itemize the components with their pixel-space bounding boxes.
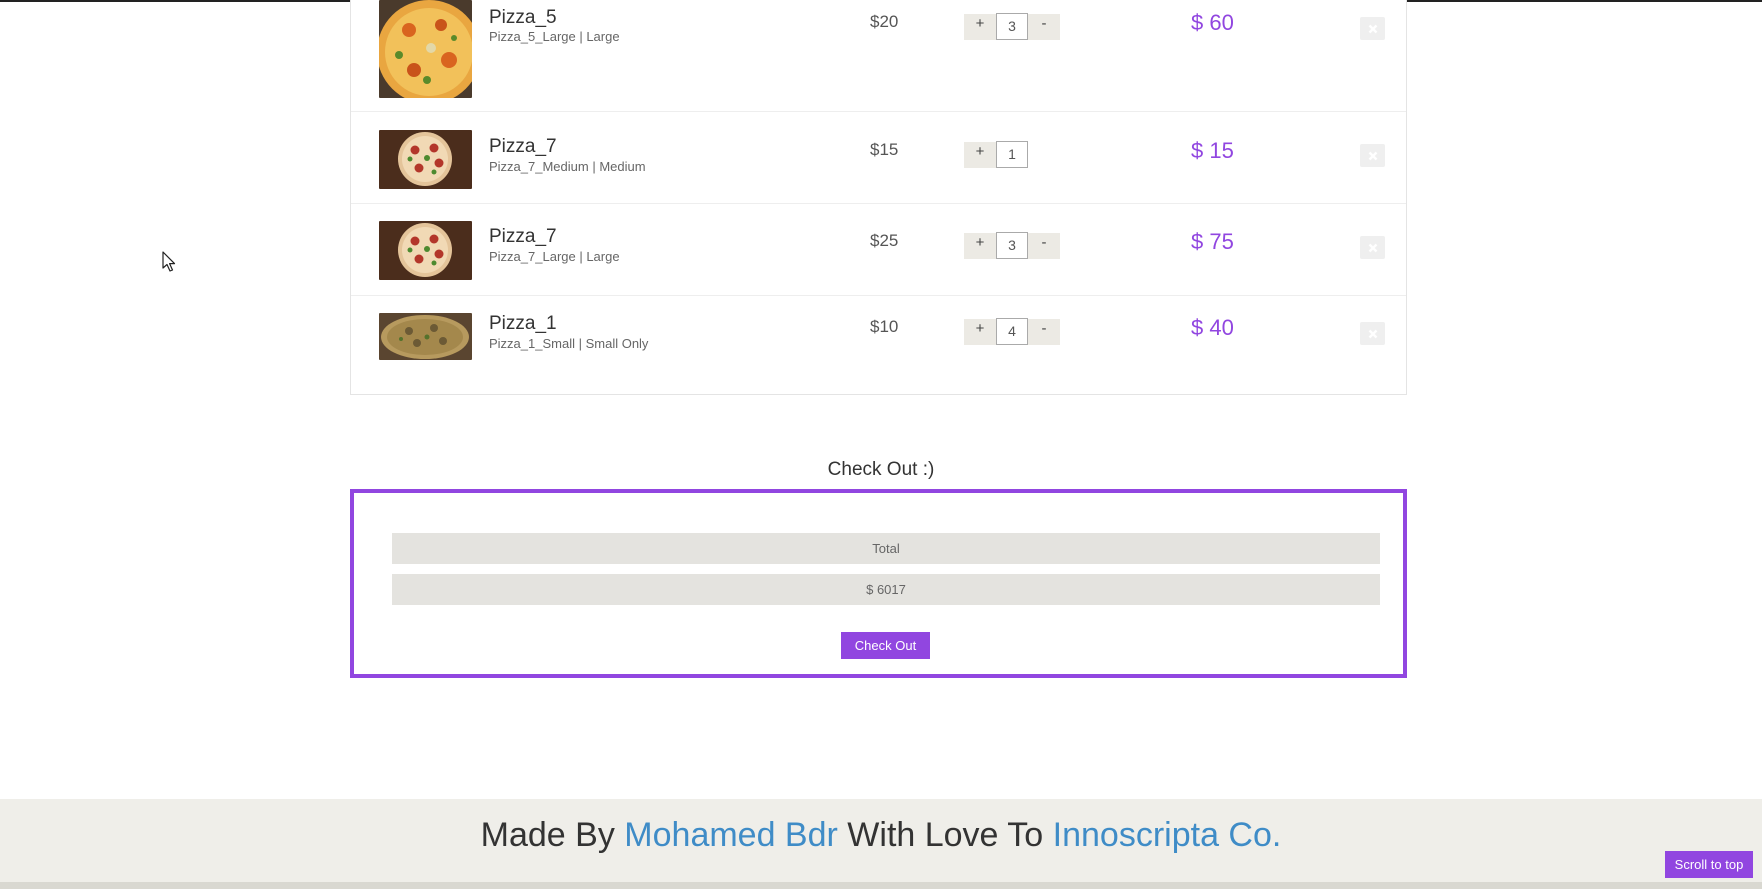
quantity-stepper: + 1 [964,141,1028,168]
cart-item: Pizza_1 Pizza_1_Small | Small Only $10 +… [351,296,1406,393]
item-description: Pizza_1_Small | Small Only [489,336,649,351]
item-subtotal: $ 15 [1191,138,1234,163]
quantity-field[interactable]: 1 [996,141,1028,168]
checkout-button[interactable]: Check Out [841,632,930,659]
close-icon [1368,243,1377,252]
item-name: Pizza_7 [489,226,557,247]
item-description: Pizza_7_Large | Large [489,249,620,264]
footer-made-by: Made By [480,816,615,854]
item-price: $20 [870,12,899,31]
item-price: $25 [870,231,899,250]
company-link[interactable]: Innoscripta Co. [1053,816,1282,854]
item-price: $15 [870,140,899,159]
pizza-image [379,221,472,280]
quantity-field[interactable]: 3 [996,232,1028,259]
item-subtotal: $ 40 [1191,315,1234,340]
close-icon [1368,24,1377,33]
footer: Made By Mohamed Bdr With Love To Innoscr… [0,799,1762,882]
increase-quantity-button[interactable]: + [964,141,996,168]
scroll-to-top-button[interactable]: Scroll to top [1665,851,1753,878]
quantity-field[interactable]: 3 [996,13,1028,40]
decrease-quantity-button[interactable]: - [1028,318,1060,345]
page: Pizza_5 Pizza_5_Large | Large $20 + 3 - … [0,0,1762,889]
pizza-image-graphic [379,313,472,360]
quantity-field[interactable]: 4 [996,318,1028,345]
remove-item-button[interactable] [1360,17,1385,40]
item-name: Pizza_1 [489,313,557,334]
pizza-image-graphic [379,0,472,98]
bottom-strip [0,882,1762,889]
total-label: Total [392,533,1380,564]
item-subtotal: $ 75 [1191,229,1234,254]
total-value: $ 6017 [392,574,1380,605]
checkout-title: Check Out :) [827,459,935,480]
pizza-image [379,313,472,360]
item-description: Pizza_5_Large | Large [489,29,620,44]
author-link[interactable]: Mohamed Bdr [624,816,838,854]
remove-item-button[interactable] [1360,322,1385,345]
decrease-quantity-button[interactable]: - [1028,13,1060,40]
decrease-quantity-button[interactable]: - [1028,232,1060,259]
increase-quantity-button[interactable]: + [964,232,996,259]
item-price: $10 [870,317,899,336]
close-icon [1368,151,1377,160]
pizza-image-graphic [379,130,472,189]
footer-with-love: With Love To [847,816,1044,854]
close-icon [1368,329,1377,338]
cart-item: Pizza_7 Pizza_7_Large | Large $25 + 3 - … [351,204,1406,296]
cart-list: Pizza_5 Pizza_5_Large | Large $20 + 3 - … [350,0,1407,395]
increase-quantity-button[interactable]: + [964,13,996,40]
item-subtotal: $ 60 [1191,10,1234,35]
pizza-image [379,0,472,98]
quantity-stepper: + 3 - [964,232,1060,259]
item-description: Pizza_7_Medium | Medium [489,159,646,174]
mouse-cursor-icon [162,251,176,272]
pizza-image-graphic [379,221,472,280]
remove-item-button[interactable] [1360,144,1385,167]
increase-quantity-button[interactable]: + [964,318,996,345]
quantity-stepper: + 3 - [964,13,1060,40]
pizza-image [379,130,472,189]
checkout-panel: Total $ 6017 Check Out [350,489,1407,678]
quantity-stepper: + 4 - [964,318,1060,345]
cart-item: Pizza_7 Pizza_7_Medium | Medium $15 + 1 … [351,112,1406,204]
remove-item-button[interactable] [1360,236,1385,259]
item-name: Pizza_5 [489,7,557,28]
item-name: Pizza_7 [489,136,557,157]
cart-item: Pizza_5 Pizza_5_Large | Large $20 + 3 - … [351,0,1406,112]
